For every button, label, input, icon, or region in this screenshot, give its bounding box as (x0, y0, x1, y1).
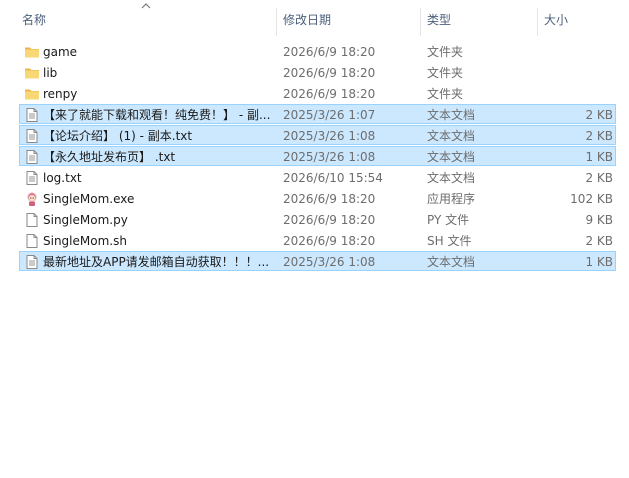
folder-icon (24, 44, 40, 60)
file-name: 最新地址及APP请发邮箱自动获取！！！... (43, 255, 270, 269)
file-name: 【来了就能下载和观看！纯免费！】 - 副... (43, 108, 271, 122)
file-row[interactable]: lib 2026/6/9 18:20 文件夹 (19, 62, 616, 82)
file-modified-date: 2026/6/9 18:20 (283, 213, 376, 227)
file-name: game (43, 45, 78, 59)
file-name: log.txt (43, 171, 82, 185)
file-name: renpy (43, 87, 78, 101)
file-type: 应用程序 (427, 192, 476, 206)
renpy-app-icon (24, 191, 40, 207)
file-type: PY 文件 (427, 213, 470, 227)
file-size: 2 KB (585, 234, 613, 248)
file-type: 文本文档 (427, 150, 476, 164)
file-size: 1 KB (585, 150, 613, 164)
file-name: lib (43, 66, 58, 80)
file-modified-date: 2026/6/9 18:20 (283, 87, 376, 101)
file-row[interactable]: 【永久地址发布页】 .txt 2025/3/26 1:08 文本文档 1 KB (19, 146, 616, 166)
file-size: 2 KB (585, 108, 613, 122)
file-type: 文本文档 (427, 255, 476, 269)
file-size (540, 84, 613, 104)
file-row[interactable]: game 2026/6/9 18:20 文件夹 (19, 41, 616, 61)
file-size: 2 KB (585, 171, 613, 185)
file-size: 9 KB (585, 213, 613, 227)
file-row[interactable]: 【论坛介绍】 (1) - 副本.txt 2025/3/26 1:08 文本文档 2 K… (19, 125, 616, 145)
file-modified-date: 2025/3/26 1:08 (283, 255, 376, 269)
file-modified-date: 2025/3/26 1:08 (283, 150, 376, 164)
column-divider[interactable] (420, 8, 421, 36)
file-row[interactable]: 【来了就能下载和观看！纯免费！】 - 副... 2025/3/26 1:07 文本文… (19, 104, 616, 124)
column-header: 名称 修改日期 类型 大小 (0, 0, 629, 40)
text-file-icon (24, 170, 40, 186)
file-size: 2 KB (585, 129, 613, 143)
file-name: 【论坛介绍】 (1) - 副本.txt (43, 129, 193, 143)
folder-icon (24, 65, 40, 81)
file-modified-date: 2026/6/9 18:20 (283, 66, 376, 80)
text-file-icon (24, 128, 40, 144)
file-explorer-window: 名称 修改日期 类型 大小 game 2026/6/9 18:20 文件夹 lib 20… (0, 0, 629, 478)
file-row[interactable]: SingleMom.exe 2026/6/9 18:20 应用程序 102 KB (19, 188, 616, 208)
column-header-name[interactable]: 名称 (22, 0, 46, 40)
file-modified-date: 2025/3/26 1:08 (283, 129, 376, 143)
file-row[interactable]: log.txt 2026/6/10 15:54 文本文档 2 KB (19, 167, 616, 187)
sort-ascending-icon (141, 3, 151, 9)
file-modified-date: 2026/6/10 15:54 (283, 171, 383, 185)
text-file-icon (24, 254, 40, 270)
file-row[interactable]: SingleMom.sh 2026/6/9 18:20 SH 文件 2 KB (19, 230, 616, 250)
folder-icon (24, 86, 40, 102)
file-name: SingleMom.py (43, 213, 128, 227)
file-size: 102 KB (570, 192, 613, 206)
file-modified-date: 2026/6/9 18:20 (283, 192, 376, 206)
file-row[interactable]: SingleMom.py 2026/6/9 18:20 PY 文件 9 KB (19, 209, 616, 229)
file-size: 1 KB (585, 255, 613, 269)
file-name: SingleMom.sh (43, 234, 127, 248)
text-file-icon (24, 149, 40, 165)
column-header-size[interactable]: 大小 (544, 0, 568, 40)
blank-file-icon (24, 212, 40, 228)
file-name: SingleMom.exe (43, 192, 135, 206)
file-modified-date: 2026/6/9 18:20 (283, 234, 376, 248)
file-type: 文件夹 (427, 87, 464, 101)
column-header-date[interactable]: 修改日期 (283, 0, 331, 40)
column-divider[interactable] (537, 8, 538, 36)
column-divider[interactable] (276, 8, 277, 36)
file-name: 【永久地址发布页】 .txt (43, 150, 176, 164)
file-type: SH 文件 (427, 234, 472, 248)
file-type: 文本文档 (427, 129, 476, 143)
file-type: 文本文档 (427, 171, 476, 185)
file-size (540, 63, 613, 83)
file-type: 文件夹 (427, 45, 464, 59)
file-size (540, 42, 613, 62)
file-modified-date: 2025/3/26 1:07 (283, 108, 376, 122)
text-file-icon (24, 107, 40, 123)
column-header-type[interactable]: 类型 (427, 0, 451, 40)
file-row[interactable]: 最新地址及APP请发邮箱自动获取！！！... 2025/3/26 1:08 文本文档… (19, 251, 616, 271)
file-modified-date: 2026/6/9 18:20 (283, 45, 376, 59)
file-row[interactable]: renpy 2026/6/9 18:20 文件夹 (19, 83, 616, 103)
blank-file-icon (24, 233, 40, 249)
file-type: 文本文档 (427, 108, 476, 122)
file-type: 文件夹 (427, 66, 464, 80)
